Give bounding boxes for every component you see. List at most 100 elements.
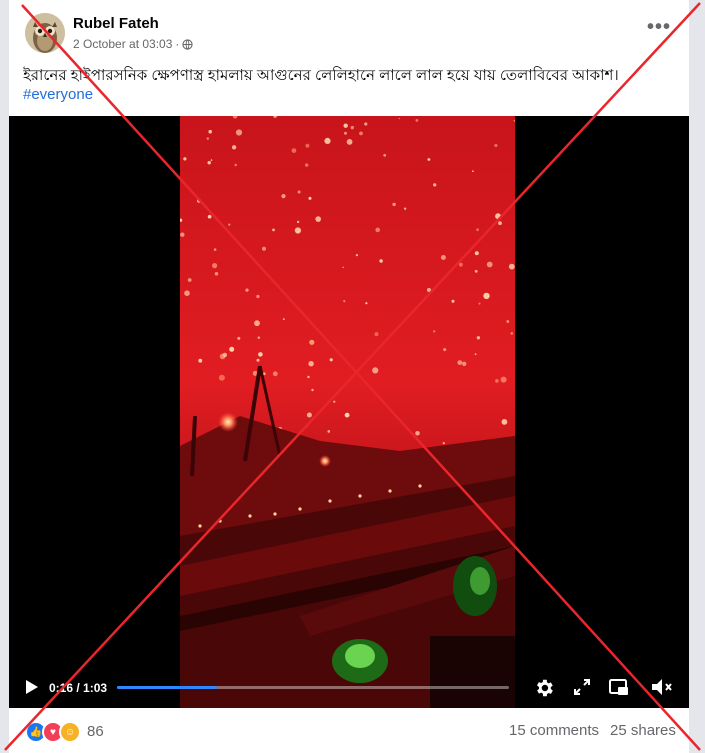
spark: [245, 288, 249, 292]
spark: [433, 183, 437, 187]
spark: [457, 360, 463, 365]
spark: [309, 339, 315, 345]
spark: [257, 336, 260, 339]
spark: [344, 131, 347, 135]
picture-in-picture-icon[interactable]: [608, 677, 630, 697]
spark: [327, 430, 331, 433]
spark: [506, 320, 510, 323]
spark: [305, 163, 309, 167]
spark: [254, 320, 260, 327]
settings-gear-icon[interactable]: [533, 677, 555, 699]
spark: [355, 254, 358, 257]
spark: [415, 119, 419, 122]
spark: [294, 227, 301, 234]
fullscreen-icon[interactable]: [572, 677, 592, 697]
spark: [218, 374, 225, 381]
spark: [315, 216, 321, 222]
spark: [472, 170, 474, 172]
video-player[interactable]: 0:16 / 1:03: [9, 116, 689, 708]
spark: [333, 400, 336, 403]
spark: [498, 221, 502, 226]
mute-icon[interactable]: [650, 677, 674, 697]
spark: [297, 190, 301, 194]
shares-link[interactable]: 25 shares: [610, 722, 676, 739]
video-frame: [180, 116, 515, 708]
reaction-count[interactable]: 86: [87, 723, 104, 740]
post-date[interactable]: 2 October at 03:03: [73, 37, 172, 51]
author-name[interactable]: Rubel Fateh: [73, 15, 159, 32]
date-separator: ·: [175, 37, 180, 51]
spark: [262, 246, 266, 251]
comments-link[interactable]: 15 comments: [509, 722, 599, 739]
spark: [187, 278, 192, 282]
spark: [282, 318, 285, 321]
spark: [208, 129, 212, 134]
spark: [305, 143, 310, 148]
spark: [372, 367, 379, 374]
video-progress-track[interactable]: [117, 686, 509, 689]
spark: [291, 148, 297, 153]
spark: [342, 266, 344, 269]
spark: [474, 269, 478, 273]
post-footer: 👍 ♥ ☺ 86 15 comments 25 shares: [9, 708, 689, 753]
video-time: 0:16 / 1:03: [49, 681, 108, 695]
spark: [427, 158, 431, 161]
spark: [213, 248, 217, 251]
spark: [207, 214, 212, 219]
spark: [306, 412, 312, 418]
spark: [375, 227, 380, 233]
spark: [451, 299, 455, 303]
spark: [476, 228, 479, 232]
spark: [442, 442, 445, 445]
spark: [256, 294, 260, 299]
spark: [495, 213, 501, 220]
spark: [392, 202, 396, 207]
spark: [495, 379, 499, 383]
spark: [474, 353, 477, 356]
spark: [494, 143, 498, 148]
spark: [501, 419, 508, 425]
spark: [398, 117, 400, 120]
spark: [206, 137, 209, 140]
spark: [256, 358, 260, 362]
spark: [483, 292, 490, 300]
spark: [229, 346, 235, 352]
spark: [198, 358, 203, 363]
spark: [329, 358, 333, 362]
spark: [212, 263, 218, 269]
spark: [440, 255, 446, 260]
spark: [478, 302, 481, 305]
spark: [459, 262, 463, 267]
video-controls: 0:16 / 1:03: [9, 668, 689, 708]
spark: [350, 125, 354, 130]
spark: [374, 332, 379, 337]
spark: [359, 131, 363, 136]
spark: [500, 376, 507, 383]
spark: [415, 431, 420, 436]
spark: [222, 352, 228, 358]
spark: [443, 348, 447, 352]
spark: [426, 287, 432, 293]
spark: [231, 145, 237, 150]
spark: [272, 371, 278, 377]
spark: [207, 161, 211, 165]
care-icon: ☺: [59, 721, 81, 743]
spark: [281, 194, 286, 199]
reaction-icons[interactable]: 👍 ♥ ☺: [25, 721, 81, 743]
spark: [235, 129, 243, 136]
spark: [379, 259, 383, 263]
spark: [403, 207, 407, 210]
play-icon[interactable]: [23, 679, 39, 695]
spark: [237, 336, 241, 340]
spark: [510, 332, 513, 335]
more-options-button[interactable]: •••: [647, 17, 671, 37]
spark: [296, 220, 300, 224]
author-avatar[interactable]: [25, 13, 65, 53]
spark: [180, 232, 185, 237]
spark: [307, 375, 310, 379]
spark: [508, 263, 515, 270]
hashtag-link[interactable]: #everyone: [23, 86, 93, 103]
spark: [476, 336, 481, 340]
spark: [258, 352, 263, 357]
spark: [184, 290, 190, 296]
